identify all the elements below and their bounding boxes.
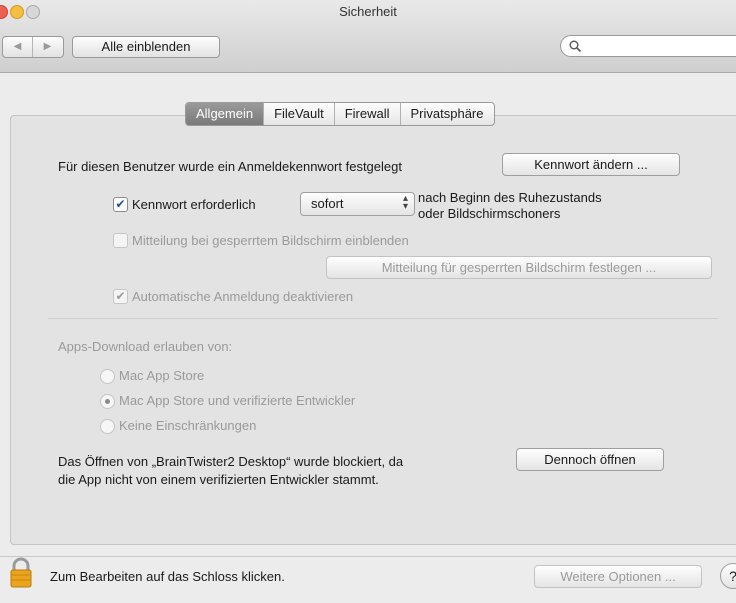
lock-message-checkbox[interactable]: [113, 233, 128, 248]
footer-divider: [0, 556, 736, 557]
radio-mac-app-store[interactable]: [100, 369, 115, 384]
radio-identified-developers[interactable]: [100, 394, 115, 409]
forward-arrow-icon[interactable]: ▶: [33, 37, 62, 57]
padlock-icon[interactable]: [9, 557, 33, 589]
radio-anywhere-label: Keine Einschränkungen: [119, 418, 257, 433]
tab-allgemein[interactable]: Allgemein: [186, 103, 264, 125]
require-password-label: Kennwort erforderlich: [132, 197, 256, 212]
section-divider: [48, 318, 718, 319]
tab-privatsphaere[interactable]: Privatsphäre: [399, 103, 494, 125]
tab-bar: Allgemein FileVault Firewall Privatsphär…: [185, 102, 495, 126]
search-input[interactable]: [587, 38, 731, 56]
after-sleep-line2: oder Bildschirmschoners: [418, 206, 561, 221]
blocked-app-line2: die App nicht von einem verifizierten En…: [58, 472, 379, 487]
show-all-button[interactable]: Alle einblenden: [72, 36, 220, 58]
stepper-arrows-icon: ▴ ▾: [402, 193, 408, 212]
blocked-app-line1: Das Öffnen von „BrainTwister2 Desktop“ w…: [58, 454, 404, 469]
back-arrow-icon[interactable]: ◀: [3, 37, 33, 57]
delay-select-value: sofort: [311, 196, 344, 211]
advanced-options-button[interactable]: Weitere Optionen ...: [534, 565, 702, 588]
change-password-button[interactable]: Kennwort ändern ...: [502, 153, 680, 176]
require-password-checkbox[interactable]: ✔: [113, 197, 128, 212]
checkmark-icon: ✔: [115, 197, 126, 211]
radio-selected-dot-icon: [105, 399, 110, 404]
tab-firewall[interactable]: Firewall: [333, 103, 400, 125]
radio-mac-app-store-label: Mac App Store: [119, 368, 205, 383]
delay-select[interactable]: sofort ▴ ▾: [300, 192, 415, 216]
radio-identified-developers-label: Mac App Store und verifizierte Entwickle…: [119, 393, 356, 408]
lock-hint-text: Zum Bearbeiten auf das Schloss klicken.: [50, 569, 285, 584]
password-set-text: Für diesen Benutzer wurde ein Anmeldeken…: [58, 159, 402, 174]
checkmark-icon: ✔: [115, 289, 126, 303]
tab-filevault[interactable]: FileVault: [263, 103, 334, 125]
help-button[interactable]: ?: [720, 563, 736, 589]
radio-anywhere[interactable]: [100, 419, 115, 434]
disable-autologin-label: Automatische Anmeldung deaktivieren: [132, 289, 354, 304]
disable-autologin-checkbox[interactable]: ✔: [113, 289, 128, 304]
window-title: Sicherheit: [339, 4, 397, 19]
search-field[interactable]: [560, 35, 736, 57]
nav-back-forward: ◀ ▶: [2, 36, 64, 58]
lock-message-label: Mitteilung bei gesperrtem Bildschirm ein…: [132, 233, 409, 248]
open-anyway-button[interactable]: Dennoch öffnen: [516, 448, 664, 471]
after-sleep-line1: nach Beginn des Ruhezustands: [418, 190, 602, 205]
search-icon: [569, 40, 581, 52]
downloads-heading: Apps-Download erlauben von:: [58, 339, 233, 354]
set-lock-message-button[interactable]: Mitteilung für gesperrten Bildschirm fes…: [326, 256, 712, 279]
